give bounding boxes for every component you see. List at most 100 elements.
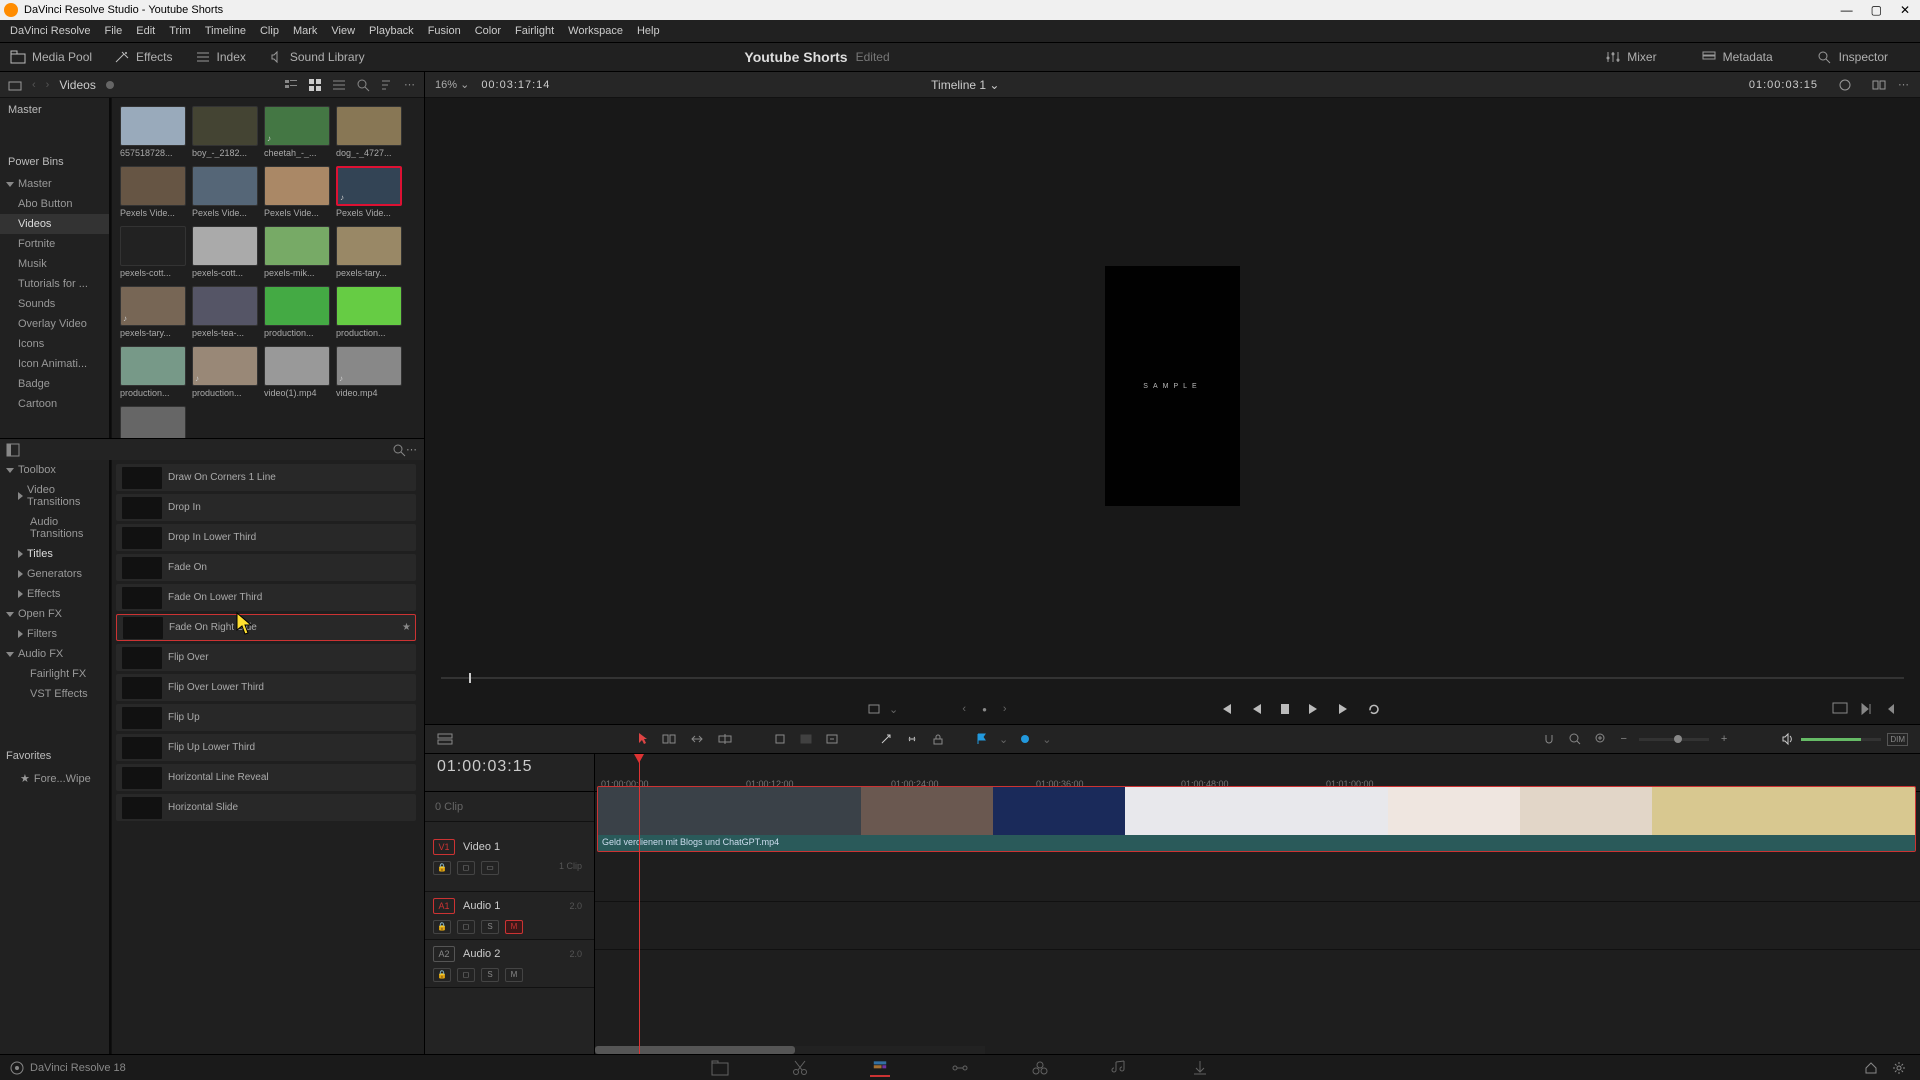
breadcrumb[interactable]: Videos bbox=[59, 78, 95, 92]
audio-cat-item[interactable]: VST Effects bbox=[0, 684, 111, 704]
settings-icon[interactable] bbox=[1892, 1061, 1906, 1075]
overwrite-icon[interactable] bbox=[799, 732, 813, 746]
effect-item[interactable]: Fade On bbox=[116, 554, 416, 581]
effect-item[interactable]: Flip Up bbox=[116, 704, 416, 731]
media-page-icon[interactable] bbox=[710, 1059, 730, 1077]
clip-thumb[interactable]: ♪video.mp4 bbox=[336, 346, 402, 398]
clip-thumb[interactable]: Pexels Vide... bbox=[192, 166, 258, 218]
zoom-slider[interactable] bbox=[1639, 738, 1709, 741]
category-item[interactable]: Audio Transitions bbox=[0, 512, 111, 544]
view-list-icon[interactable] bbox=[284, 78, 298, 92]
zoom-in[interactable]: + bbox=[1721, 733, 1727, 745]
clip-thumb[interactable]: production... bbox=[120, 346, 186, 398]
dynamic-trim-icon[interactable] bbox=[689, 732, 705, 746]
auto-select-button[interactable]: ◻ bbox=[457, 968, 475, 982]
master-expand[interactable]: Master bbox=[0, 174, 111, 194]
blade-icon[interactable] bbox=[879, 732, 893, 746]
audiofx-header[interactable]: Audio FX bbox=[0, 644, 111, 664]
subtitle-track-header[interactable]: 0 Clip bbox=[425, 792, 594, 822]
effects-toggle[interactable]: Effects bbox=[114, 50, 172, 64]
dual-viewer-icon[interactable] bbox=[1872, 78, 1886, 92]
toolbox-header[interactable]: Toolbox bbox=[0, 460, 111, 480]
disable-track-button[interactable]: ▭ bbox=[481, 861, 499, 875]
menu-item[interactable]: Clip bbox=[260, 25, 279, 37]
bin-item[interactable]: Sounds bbox=[0, 294, 111, 314]
category-item[interactable]: Effects bbox=[0, 584, 111, 604]
out-icon[interactable] bbox=[1884, 702, 1896, 716]
dim-button[interactable]: DIM bbox=[1887, 733, 1908, 746]
timeline-tracks[interactable]: 01:00:00:0001:00:12:0001:00:24:0001:00:3… bbox=[595, 754, 1920, 1054]
fairlight-page-icon[interactable] bbox=[1110, 1059, 1130, 1077]
effect-item[interactable]: Flip Over Lower Third bbox=[116, 674, 416, 701]
clip-thumb[interactable]: pexels-cott... bbox=[192, 226, 258, 278]
marker-icon[interactable] bbox=[1020, 734, 1030, 744]
view-mode-icon[interactable] bbox=[332, 78, 346, 92]
fusion-page-icon[interactable] bbox=[950, 1059, 970, 1077]
more-icon[interactable]: ⋯ bbox=[404, 78, 416, 91]
menu-item[interactable]: File bbox=[105, 25, 123, 37]
clip-thumb[interactable]: pexels-cott... bbox=[120, 226, 186, 278]
close-button[interactable]: ✕ bbox=[1900, 3, 1910, 17]
clip-thumb[interactable]: ♪Pexels Vide... bbox=[336, 166, 402, 218]
view-grid-icon[interactable] bbox=[308, 78, 322, 92]
bin-item[interactable]: Cartoon bbox=[0, 394, 111, 414]
bin-item-videos[interactable]: Videos bbox=[0, 214, 111, 234]
menu-item[interactable]: Fairlight bbox=[515, 25, 554, 37]
zoom-out[interactable]: − bbox=[1620, 733, 1626, 745]
mute-button[interactable]: M bbox=[505, 968, 523, 982]
sort-icon[interactable] bbox=[380, 78, 394, 92]
next-edit-icon[interactable] bbox=[1860, 702, 1872, 716]
playhead[interactable] bbox=[639, 754, 640, 1054]
bin-item[interactable]: Overlay Video bbox=[0, 314, 111, 334]
bin-icon[interactable] bbox=[8, 78, 22, 92]
blade-tool-icon[interactable] bbox=[717, 732, 733, 746]
menu-item[interactable]: View bbox=[331, 25, 355, 37]
v1-track-header[interactable]: V1Video 1 🔒 ◻ ▭ 1 Clip bbox=[425, 822, 594, 892]
inspector-toggle[interactable]: Inspector bbox=[1817, 50, 1888, 64]
clip-thumb[interactable]: pexels-tary... bbox=[336, 226, 402, 278]
viewer-scrubber[interactable] bbox=[425, 674, 1920, 694]
overlay-mode-icon[interactable] bbox=[867, 702, 881, 716]
match-frame-next[interactable]: › bbox=[1003, 703, 1007, 715]
video-clip[interactable]: Geld verdienen mit Blogs und ChatGPT.mp4 bbox=[597, 786, 1916, 852]
filters-item[interactable]: Filters bbox=[0, 624, 111, 644]
master-bin[interactable]: Master bbox=[0, 98, 111, 122]
full-screen-icon[interactable] bbox=[1832, 702, 1848, 714]
bin-item[interactable]: Tutorials for ... bbox=[0, 274, 111, 294]
clip-thumb[interactable]: pexels-tea-... bbox=[192, 286, 258, 338]
cut-page-icon[interactable] bbox=[790, 1059, 810, 1077]
viewer-screen[interactable]: SAMPLE bbox=[1105, 266, 1240, 506]
effect-item[interactable]: Fade On Right Side★ bbox=[116, 614, 416, 641]
solo-button[interactable]: S bbox=[481, 968, 499, 982]
clip-thumb[interactable]: dog_-_4727... bbox=[336, 106, 402, 158]
favorite-item[interactable]: ★ Fore...Wipe bbox=[0, 768, 111, 789]
clip-thumb[interactable]: production... bbox=[336, 286, 402, 338]
bin-item[interactable]: Musik bbox=[0, 254, 111, 274]
effect-item[interactable]: Horizontal Slide bbox=[116, 794, 416, 821]
effect-item[interactable]: Drop In bbox=[116, 494, 416, 521]
stop-icon[interactable] bbox=[1279, 702, 1291, 716]
clip-thumb[interactable]: ♪cheetah_-_... bbox=[264, 106, 330, 158]
menu-item[interactable]: Fusion bbox=[428, 25, 461, 37]
clip-thumb[interactable] bbox=[120, 406, 186, 438]
bin-item[interactable]: Badge bbox=[0, 374, 111, 394]
detail-zoom-icon[interactable] bbox=[1594, 732, 1608, 746]
clip-thumb[interactable]: boy_-_2182... bbox=[192, 106, 258, 158]
auto-select-button[interactable]: ◻ bbox=[457, 920, 475, 934]
more-icon[interactable]: ⋯ bbox=[1898, 78, 1910, 91]
category-titles[interactable]: Titles bbox=[0, 544, 111, 564]
panel-collapse-icon[interactable] bbox=[6, 443, 20, 457]
effect-item[interactable]: Flip Up Lower Third bbox=[116, 734, 416, 761]
solo-button[interactable]: S bbox=[481, 920, 499, 934]
menu-item[interactable]: Edit bbox=[136, 25, 155, 37]
clip-thumb[interactable]: ♪pexels-tary... bbox=[120, 286, 186, 338]
search-icon[interactable] bbox=[392, 443, 406, 457]
category-item[interactable]: Video Transitions bbox=[0, 480, 111, 512]
home-icon[interactable] bbox=[1864, 1061, 1878, 1075]
clip-thumb[interactable]: Pexels Vide... bbox=[120, 166, 186, 218]
volume-icon[interactable] bbox=[1781, 732, 1795, 746]
menu-item[interactable]: Help bbox=[637, 25, 660, 37]
lock-button[interactable]: 🔒 bbox=[433, 968, 451, 982]
menu-item[interactable]: DaVinci Resolve bbox=[10, 25, 91, 37]
mixer-toggle[interactable]: Mixer bbox=[1605, 50, 1656, 64]
